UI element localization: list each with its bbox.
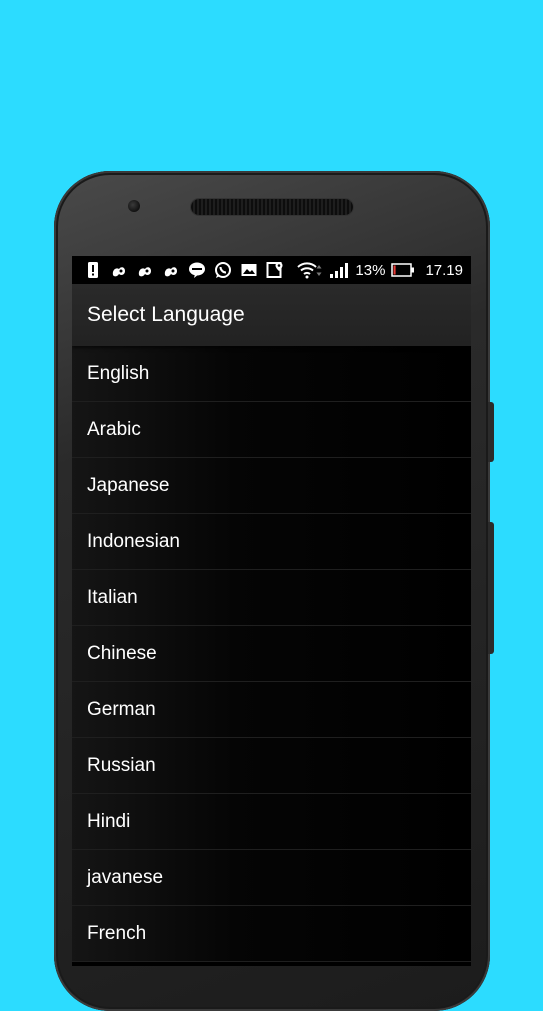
signal-icon [330, 263, 349, 278]
language-item-italian[interactable]: Italian [72, 570, 471, 626]
language-item-english[interactable]: English [72, 346, 471, 402]
battery-icon [391, 263, 415, 277]
uc-browser-icon [164, 267, 177, 277]
language-label: Hindi [87, 810, 131, 832]
power-button [488, 522, 494, 654]
language-item-indonesian[interactable]: Indonesian [72, 514, 471, 570]
language-label: Japanese [87, 474, 170, 496]
whatsapp-icon [215, 262, 231, 278]
wifi-icon [297, 262, 322, 279]
language-label: English [87, 362, 150, 384]
language-label: Indonesian [87, 530, 180, 552]
language-label: Italian [87, 586, 138, 608]
language-label: Russian [87, 754, 156, 776]
volume-button [488, 402, 494, 462]
phone-screen: 13% 17.19 Select Language English Arabic J… [72, 256, 471, 966]
language-label: Chinese [87, 642, 157, 664]
uc-browser-icon [138, 267, 151, 277]
maps-icon [266, 262, 283, 278]
language-label: German [87, 698, 156, 720]
uc-browser-icon [112, 267, 125, 277]
language-label: Arabic [87, 418, 141, 440]
gallery-icon [241, 264, 257, 276]
battery-level-fill [393, 265, 397, 275]
status-bar: 13% 17.19 [72, 256, 471, 284]
front-camera [128, 200, 140, 212]
language-label: French [87, 922, 147, 944]
language-item-hindi[interactable]: Hindi [72, 794, 471, 850]
language-item-japanese[interactable]: Japanese [72, 458, 471, 514]
app-bar: Select Language [72, 284, 471, 346]
clock: 17.19 [425, 261, 463, 279]
status-indicators: 13% 17.19 [297, 261, 463, 279]
language-list: English Arabic Japanese Indonesian Italian Ch… [72, 346, 471, 962]
language-item-russian[interactable]: Russian [72, 738, 471, 794]
line-icon [189, 262, 205, 278]
earpiece-speaker [191, 199, 353, 215]
battery-percent: 13% [355, 261, 386, 279]
language-label: javanese [87, 866, 164, 888]
language-item-arabic[interactable]: Arabic [72, 402, 471, 458]
alert-icon [88, 262, 98, 278]
language-item-chinese[interactable]: Chinese [72, 626, 471, 682]
language-item-french[interactable]: French [72, 906, 471, 962]
notification-icons [84, 261, 284, 279]
language-item-german[interactable]: German [72, 682, 471, 738]
language-item-javanese[interactable]: javanese [72, 850, 471, 906]
page-title: Select Language [87, 303, 245, 326]
